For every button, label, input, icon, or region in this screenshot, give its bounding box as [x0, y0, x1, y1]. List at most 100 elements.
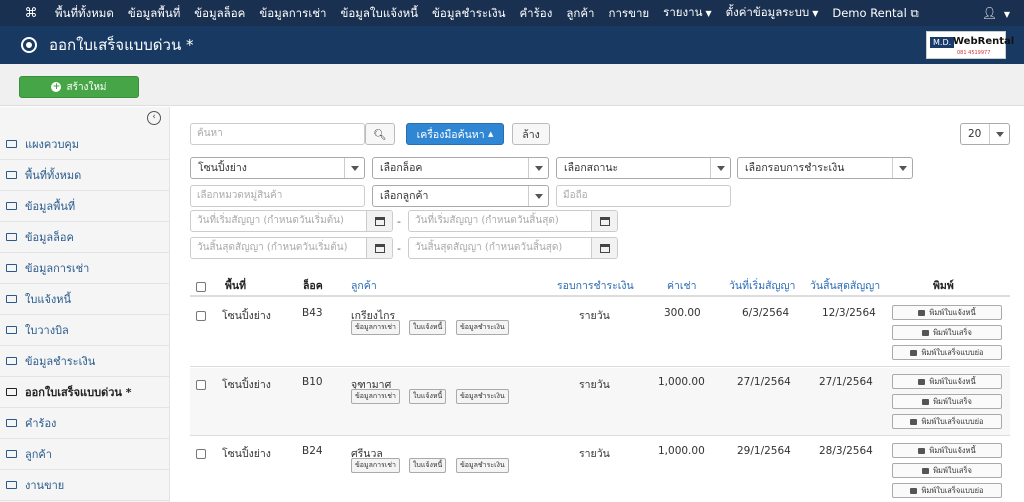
search-tools-button[interactable]: เครื่องมือค้นหา ▲ [406, 123, 504, 145]
nav-lock-info[interactable]: ข้อมูลล็อค [187, 0, 252, 26]
print-invoice-button[interactable]: พิมพ์ใบแจ้งหนี้ [892, 305, 1002, 320]
sidebar-item-lock-info[interactable]: ข้อมูลล็อค [0, 222, 170, 253]
header-payment-cycle[interactable]: รอบการชำระเงิน [557, 277, 634, 294]
payment-info-button[interactable]: ข้อมูลชำระเงิน [456, 458, 509, 473]
payment-info-button[interactable]: ข้อมูลชำระเงิน [456, 320, 509, 335]
select-all-checkbox[interactable] [196, 282, 206, 292]
date-range-separator: - [397, 215, 401, 228]
clear-button[interactable]: ล้าง [512, 123, 550, 145]
create-new-button[interactable]: + สร้างใหม่ [19, 76, 139, 98]
payment-info-button[interactable]: ข้อมูลชำระเงิน [456, 389, 509, 404]
print-receipt-button[interactable]: พิมพ์ใบเสร็จ [892, 325, 1002, 340]
page-size-value: 20 [968, 128, 982, 140]
sidebar-item-sales[interactable]: งานขาย [0, 470, 170, 501]
folder-icon [6, 357, 17, 365]
nav-demo-rental-link[interactable]: Demo Rental ⧉ [825, 0, 925, 26]
sidebar-item-label: แผงควบคุม [25, 138, 80, 151]
demo-rental-label: Demo Rental [832, 6, 907, 20]
nav-all-areas[interactable]: พื้นที่ทั้งหมด [48, 0, 121, 26]
sidebar-item-dashboard[interactable]: แผงควบคุม [0, 129, 170, 160]
header-start-date[interactable]: วันที่เริ่มสัญญา [729, 277, 795, 294]
user-menu[interactable]: 👤︎ ▼ [982, 0, 1010, 28]
sidebar-item-customers[interactable]: ลูกค้า [0, 439, 170, 470]
caret-down-icon: ▼ [1003, 10, 1010, 19]
rental-info-button[interactable]: ข้อมูลการเช่า [351, 320, 400, 335]
end-date-to-input[interactable]: วันสิ้นสุดสัญญา (กำหนดวันสิ้นสุด) [408, 237, 618, 259]
payment-cycle-select[interactable]: เลือกรอบการชำระเงิน [737, 157, 913, 179]
zone-select-value: โซนปิ้งย่าง [198, 162, 247, 174]
print-short-receipt-label: พิมพ์ใบเสร็จแบบย่อ [921, 486, 984, 495]
sidebar-item-all-areas[interactable]: พื้นที่ทั้งหมด [0, 160, 170, 191]
header-end-date[interactable]: วันสิ้นสุดสัญญา [810, 277, 880, 294]
printer-icon [910, 488, 918, 494]
sidebar-item-area-info[interactable]: ข้อมูลพื้นที่ [0, 191, 170, 222]
start-date-from-input[interactable]: วันที่เริ่มสัญญา (กำหนดวันเริ่มต้น) [190, 210, 393, 232]
joomla-logo-icon[interactable]: ⌘ [18, 0, 44, 26]
nav-reports-dropdown[interactable]: รายงาน ▼ [656, 0, 718, 27]
lock-select[interactable]: เลือกล็อค [372, 157, 549, 179]
sidebar-item-requests[interactable]: คำร้อง [0, 408, 170, 439]
row-checkbox[interactable] [196, 449, 206, 459]
nav-invoice-info[interactable]: ข้อมูลใบแจ้งหนี้ [334, 0, 426, 26]
cell-area: โซนปิ้งย่าง [222, 310, 271, 322]
create-new-label: สร้างใหม่ [66, 81, 107, 93]
printer-icon [910, 419, 918, 425]
print-invoice-button[interactable]: พิมพ์ใบแจ้งหนี้ [892, 374, 1002, 389]
rental-info-button[interactable]: ข้อมูลการเช่า [351, 389, 400, 404]
printer-icon [922, 399, 930, 405]
nav-settings-dropdown[interactable]: ตั้งค่าข้อมูลระบบ ▼ [719, 0, 826, 27]
sidebar-item-quick-receipt[interactable]: ออกใบเสร็จแบบด่วน * [0, 377, 170, 408]
invoice-button[interactable]: ใบแจ้งหนี้ [409, 320, 447, 335]
status-select[interactable]: เลือกสถานะ [556, 157, 731, 179]
nav-sales[interactable]: การขาย [602, 0, 657, 26]
nav-requests[interactable]: คำร้อง [512, 0, 559, 26]
print-receipt-label: พิมพ์ใบเสร็จ [933, 328, 972, 337]
sidebar-item-rental-info[interactable]: ข้อมูลการเช่า [0, 253, 170, 284]
nav-rental-info[interactable]: ข้อมูลการเช่า [252, 0, 333, 26]
print-receipt-button[interactable]: พิมพ์ใบเสร็จ [892, 463, 1002, 478]
end-date-from-input[interactable]: วันสิ้นสุดสัญญา (กำหนดวันเริ่มต้น) [190, 237, 393, 259]
row-checkbox[interactable] [196, 311, 206, 321]
search-button[interactable]: 🔍︎ [365, 123, 395, 145]
cell-lock: B43 [302, 307, 323, 319]
row-checkbox[interactable] [196, 380, 206, 390]
print-invoice-label: พิมพ์ใบแจ้งหนี้ [929, 446, 976, 455]
print-short-receipt-button[interactable]: พิมพ์ใบเสร็จแบบย่อ [892, 345, 1002, 360]
rental-info-button[interactable]: ข้อมูลการเช่า [351, 458, 400, 473]
nav-customers[interactable]: ลูกค้า [559, 0, 601, 26]
mobile-input[interactable]: มือถือ [556, 185, 731, 207]
calendar-button[interactable] [366, 238, 392, 258]
start-date-to-input[interactable]: วันที่เริ่มสัญญา (กำหนดวันสิ้นสุด) [408, 210, 618, 232]
start-date-to-placeholder: วันที่เริ่มสัญญา (กำหนดวันสิ้นสุด) [415, 215, 559, 226]
sidebar-item-payment-info[interactable]: ข้อมูลชำระเงิน [0, 346, 170, 377]
print-receipt-button[interactable]: พิมพ์ใบเสร็จ [892, 394, 1002, 409]
calendar-button[interactable] [366, 211, 392, 231]
nav-area-info[interactable]: ข้อมูลพื้นที่ [121, 0, 187, 26]
cell-start-date: 27/1/2564 [737, 376, 791, 388]
sidebar-item-invoices[interactable]: ใบแจ้งหนี้ [0, 284, 170, 315]
search-input[interactable]: ค้นหา [190, 123, 365, 145]
cell-lock: B24 [302, 445, 323, 457]
customer-select[interactable]: เลือกลูกค้า [372, 185, 549, 207]
header-rent[interactable]: ค่าเช่า [667, 277, 697, 294]
collapse-sidebar-icon[interactable]: ‹ [147, 111, 161, 125]
calendar-button[interactable] [591, 211, 617, 231]
page-size-select[interactable]: 20 [960, 123, 1010, 145]
zone-select[interactable]: โซนปิ้งย่าง [190, 157, 365, 179]
print-invoice-button[interactable]: พิมพ์ใบแจ้งหนี้ [892, 443, 1002, 458]
invoice-button[interactable]: ใบแจ้งหนี้ [409, 389, 447, 404]
calendar-icon [374, 243, 385, 253]
header-customer[interactable]: ลูกค้า [351, 277, 377, 294]
nav-settings-label: ตั้งค่าข้อมูลระบบ [725, 5, 810, 19]
category-input[interactable]: เลือกหมวดหมู่สินค้า [190, 185, 365, 207]
nav-payment-info[interactable]: ข้อมูลชำระเงิน [425, 0, 512, 26]
radio-circle-icon [21, 37, 37, 53]
calendar-button[interactable] [591, 238, 617, 258]
invoice-button[interactable]: ใบแจ้งหนี้ [409, 458, 447, 473]
sidebar-item-billing[interactable]: ใบวางบิล [0, 315, 170, 346]
cell-start-date: 29/1/2564 [737, 445, 791, 457]
sidebar: ‹ แผงควบคุม พื้นที่ทั้งหมด ข้อมูลพื้นที่… [0, 107, 170, 502]
print-short-receipt-button[interactable]: พิมพ์ใบเสร็จแบบย่อ [892, 414, 1002, 429]
print-short-receipt-button[interactable]: พิมพ์ใบเสร็จแบบย่อ [892, 483, 1002, 498]
cell-area: โซนปิ้งย่าง [222, 448, 271, 460]
